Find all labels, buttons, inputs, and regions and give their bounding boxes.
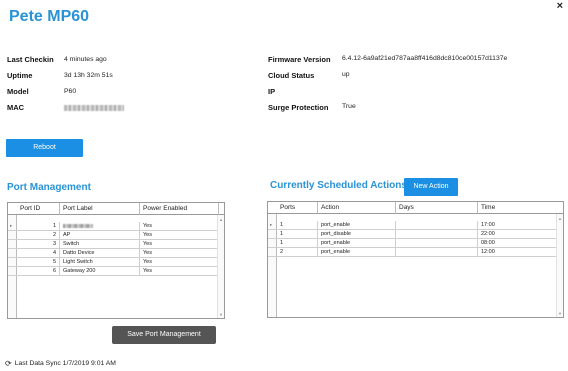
info-label: Firmware Version <box>268 55 331 64</box>
current-row-arrow-icon: ▸ <box>270 222 273 227</box>
info-label: Uptime <box>7 71 33 80</box>
reboot-button[interactable]: Reboot <box>6 139 83 157</box>
port-label-cell[interactable]: Switch <box>60 240 140 249</box>
info-label: Model <box>7 87 29 96</box>
power-enabled-cell[interactable]: Yes <box>140 240 219 249</box>
info-label: MAC <box>7 103 25 112</box>
port-label-cell[interactable]: AP <box>60 231 140 240</box>
scheduled-actions-title: Currently Scheduled Actions <box>270 180 407 191</box>
info-value: True <box>342 103 356 110</box>
port-id-cell: 3 <box>17 240 60 249</box>
info-value: 4 minutes ago <box>64 56 107 63</box>
scroll-up-icon[interactable]: ▲ <box>219 217 223 222</box>
new-action-button[interactable]: New Action <box>404 178 458 196</box>
vertical-scrollbar[interactable]: ▲ ▼ <box>556 214 563 317</box>
last-data-sync-text: Last Data Sync 1/7/2019 9:01 AM <box>14 360 116 367</box>
action-cell: port_enable <box>318 239 396 248</box>
table-row[interactable]: 4 Datto Device Yes <box>8 249 224 258</box>
column-header-port-label[interactable]: Port Label <box>60 203 140 215</box>
table-row[interactable]: 1 port_enable 08:00 <box>268 239 563 248</box>
port-id-cell: 6 <box>17 267 60 276</box>
table-row[interactable]: 2 port_enable 12:00 <box>268 248 563 257</box>
power-enabled-cell[interactable]: Yes <box>140 222 219 231</box>
info-value: 3d 13h 32m 51s <box>64 72 113 79</box>
scheduled-actions-grid: Ports Action Days Time ▸ 1 port_enable 1… <box>267 201 564 318</box>
table-row[interactable]: 2 AP Yes <box>8 231 224 240</box>
mac-value-redacted <box>64 104 124 113</box>
power-enabled-cell[interactable]: Yes <box>140 249 219 258</box>
close-icon[interactable]: × <box>557 1 563 12</box>
ports-cell: 1 <box>277 239 318 248</box>
column-header-action[interactable]: Action <box>318 202 396 214</box>
table-row[interactable]: 3 Switch Yes <box>8 240 224 249</box>
time-cell: 22:00 <box>481 231 495 237</box>
column-header-days[interactable]: Days <box>396 202 478 214</box>
table-row[interactable]: ▸ 1 port_enable 17:00 <box>268 221 563 230</box>
days-cell <box>396 221 478 230</box>
power-enabled-cell[interactable]: Yes <box>140 258 219 267</box>
action-cell: port_enable <box>318 248 396 257</box>
vertical-scrollbar[interactable]: ▲ ▼ <box>217 215 224 318</box>
table-row[interactable]: 5 Light Switch Yes <box>8 258 224 267</box>
current-row-arrow-icon: ▸ <box>10 223 13 228</box>
last-data-sync: ⟳ Last Data Sync 1/7/2019 9:01 AM <box>5 359 116 368</box>
time-cell: 08:00 <box>481 240 495 246</box>
days-cell <box>396 230 478 239</box>
info-value: 6.4.12-6a9af21ed787aa8ff416d8dc810ce0015… <box>342 55 508 62</box>
info-label: Last Checkin <box>7 55 54 64</box>
port-id-cell: 5 <box>17 258 60 267</box>
info-label: IP <box>268 87 276 96</box>
action-cell: port_enable <box>318 221 396 230</box>
days-cell <box>396 239 478 248</box>
time-cell: 12:00 <box>481 249 495 255</box>
table-row[interactable]: ▸ 1 Yes <box>8 222 224 231</box>
port-id-cell: 2 <box>17 231 60 240</box>
port-id-cell: 4 <box>17 249 60 258</box>
save-port-management-button[interactable]: Save Port Management <box>112 326 216 344</box>
table-row[interactable]: 6 Gateway 200 Yes <box>8 267 224 276</box>
grid-header: Port ID Port Label Power Enabled <box>8 203 224 215</box>
port-label-cell[interactable]: Light Switch <box>60 258 140 267</box>
port-management-grid: Port ID Port Label Power Enabled ▸ 1 Yes… <box>7 202 225 319</box>
ports-cell: 1 <box>277 221 318 230</box>
action-cell: port_disable <box>318 230 396 239</box>
page-title: Pete MP60 <box>9 8 90 25</box>
info-value: up <box>342 71 350 78</box>
port-label-cell[interactable]: Gateway 200 <box>60 267 140 276</box>
info-label: Surge Protection <box>268 103 329 112</box>
port-management-title: Port Management <box>7 182 91 193</box>
column-header-port-id[interactable]: Port ID <box>17 203 60 215</box>
scroll-up-icon[interactable]: ▲ <box>558 216 562 221</box>
power-enabled-cell[interactable]: Yes <box>140 231 219 240</box>
column-header-ports[interactable]: Ports <box>277 202 318 214</box>
row-header-column <box>268 202 277 317</box>
port-label-cell[interactable]: Datto Device <box>60 249 140 258</box>
info-label: Cloud Status <box>268 71 315 80</box>
port-label-redacted[interactable] <box>60 222 140 231</box>
ports-cell: 1 <box>277 230 318 239</box>
info-value: P60 <box>64 88 77 95</box>
grid-header: Ports Action Days Time <box>268 202 563 214</box>
scroll-down-icon[interactable]: ▼ <box>558 311 562 316</box>
scroll-down-icon[interactable]: ▼ <box>219 312 223 317</box>
days-cell <box>396 248 478 257</box>
ports-cell: 2 <box>277 248 318 257</box>
column-header-time[interactable]: Time <box>478 202 558 214</box>
refresh-icon[interactable]: ⟳ <box>5 359 12 368</box>
table-row[interactable]: 1 port_disable 22:00 <box>268 230 563 239</box>
column-header-power-enabled[interactable]: Power Enabled <box>140 203 219 215</box>
port-id-cell: 1 <box>17 222 60 231</box>
power-enabled-cell[interactable]: Yes <box>140 267 219 276</box>
time-cell: 17:00 <box>481 222 495 228</box>
